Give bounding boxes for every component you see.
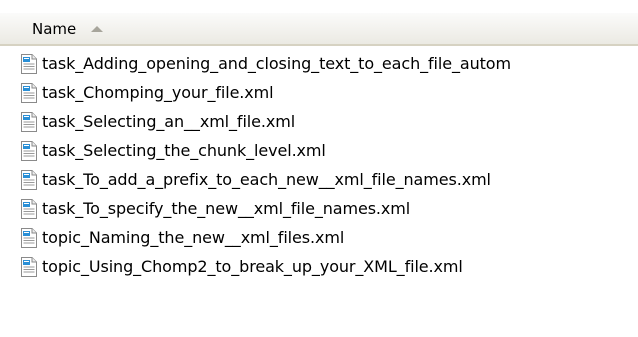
file-name[interactable]: task_Adding_opening_and_closing_text_to_…	[42, 54, 511, 73]
xml-file-icon	[21, 228, 37, 248]
file-name[interactable]: topic_Using_Chomp2_to_break_up_your_XML_…	[42, 257, 463, 276]
file-name[interactable]: task_Chomping_your_file.xml	[42, 83, 274, 102]
xml-file-icon	[21, 141, 37, 161]
file-row[interactable]: task_To_specify_the_new__xml_file_names.…	[0, 195, 638, 224]
xml-file-icon	[21, 170, 37, 190]
file-name[interactable]: topic_Naming_the_new__xml_files.xml	[42, 228, 344, 247]
file-name[interactable]: task_Selecting_an__xml_file.xml	[42, 112, 295, 131]
name-column-header[interactable]: Name	[0, 13, 638, 46]
xml-file-icon	[21, 112, 37, 132]
file-row[interactable]: task_To_add_a_prefix_to_each_new__xml_fi…	[0, 166, 638, 195]
file-name[interactable]: task_To_add_a_prefix_to_each_new__xml_fi…	[42, 170, 491, 189]
file-name[interactable]: task_Selecting_the_chunk_level.xml	[42, 141, 326, 160]
file-row[interactable]: task_Selecting_the_chunk_level.xml	[0, 137, 638, 166]
xml-file-icon	[21, 83, 37, 103]
xml-file-icon	[21, 199, 37, 219]
file-row[interactable]: topic_Naming_the_new__xml_files.xml	[0, 224, 638, 253]
file-row[interactable]: task_Chomping_your_file.xml	[0, 79, 638, 108]
file-name[interactable]: task_To_specify_the_new__xml_file_names.…	[42, 199, 410, 218]
sort-ascending-icon	[91, 26, 103, 32]
file-row[interactable]: task_Adding_opening_and_closing_text_to_…	[0, 50, 638, 79]
file-row[interactable]: task_Selecting_an__xml_file.xml	[0, 108, 638, 137]
name-column-label: Name	[32, 20, 77, 38]
file-list-pane: Name task_Adding_opening_and_closing_tex…	[0, 0, 638, 337]
xml-file-icon	[21, 54, 37, 74]
file-list: task_Adding_opening_and_closing_text_to_…	[0, 50, 638, 282]
xml-file-icon	[21, 257, 37, 277]
file-row[interactable]: topic_Using_Chomp2_to_break_up_your_XML_…	[0, 253, 638, 282]
